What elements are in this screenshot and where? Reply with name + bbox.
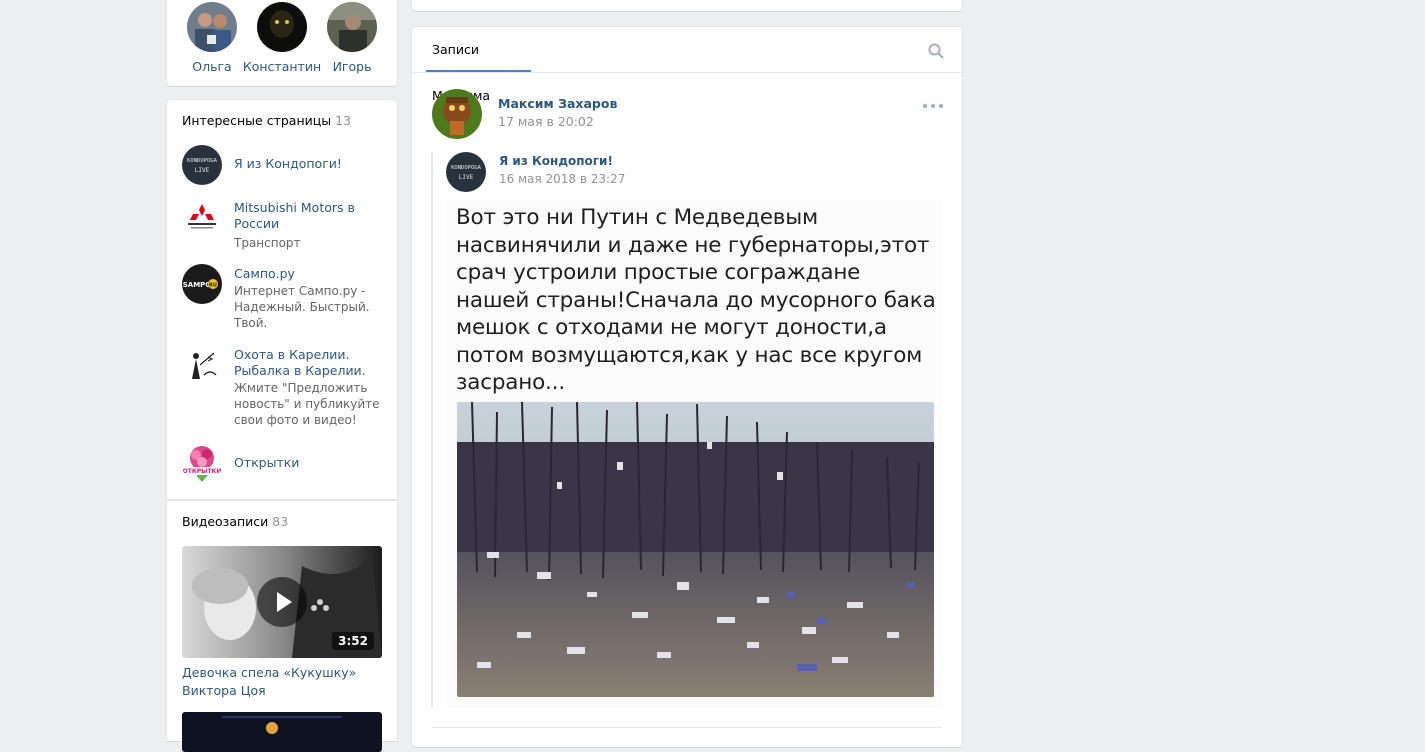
interesting-pages-card: Интересные страницы 13 KONDOPOGA LIVE Я и… xyxy=(167,100,397,500)
page-title[interactable]: Я из Кондопоги! xyxy=(234,156,384,172)
videos-title[interactable]: Видеозаписи xyxy=(182,514,268,529)
page-item[interactable]: Mitsubishi Motors в России Транспорт xyxy=(182,200,387,252)
page-item[interactable]: ОТКРЫТКИ Открытки xyxy=(182,444,387,484)
interesting-pages-title[interactable]: Интересные страницы xyxy=(182,113,331,128)
friend-item[interactable]: Ольга xyxy=(172,2,252,74)
page-avatar[interactable] xyxy=(182,200,222,240)
top-card xyxy=(412,0,962,11)
svg-text:LIVE: LIVE xyxy=(195,167,210,174)
page-item[interactable]: Охота в Карелии. Рыбалка в Карелии. Жмит… xyxy=(182,345,387,435)
search-icon[interactable] xyxy=(928,43,944,59)
repost-author-name[interactable]: Я из Кондопоги! xyxy=(499,154,613,168)
interesting-pages-header[interactable]: Интересные страницы 13 xyxy=(182,113,351,128)
page-description: Интернет Сампо.ру - Надежный. Быстрый. Т… xyxy=(234,284,370,330)
page-description: Транспорт xyxy=(234,236,301,250)
friends-card: Ольга Константин Игорь xyxy=(167,0,397,86)
page-avatar[interactable] xyxy=(182,345,222,385)
post-photo[interactable] xyxy=(457,402,934,697)
svg-text:LIVE: LIVE xyxy=(459,174,474,181)
friend-name[interactable]: Игорь xyxy=(312,59,392,74)
post-author-name[interactable]: Максим Захаров xyxy=(498,96,617,111)
wall-card: Записи Максима Максим Захаров 17 мая в 2… xyxy=(412,27,962,747)
video-thumbnail[interactable] xyxy=(182,712,382,752)
friends-list: Ольга Константин Игорь xyxy=(167,2,397,82)
repost-line xyxy=(431,152,433,707)
svg-text:KONDOPOGA: KONDOPOGA xyxy=(187,158,217,164)
page-avatar[interactable]: SAMPO RU xyxy=(182,264,222,304)
repost-date[interactable]: 16 мая 2018 в 23:27 xyxy=(499,172,625,186)
videos-header[interactable]: Видеозаписи 83 xyxy=(182,514,288,529)
tab-wall-posts[interactable]: Записи Максима xyxy=(426,27,531,103)
play-icon[interactable] xyxy=(257,577,307,627)
friend-avatar[interactable] xyxy=(327,2,377,52)
svg-text:ОТКРЫТКИ: ОТКРЫТКИ xyxy=(183,468,222,475)
post-image-text: Вот это ни Путин с Медведевым насвинячил… xyxy=(456,205,936,395)
post-author-avatar[interactable] xyxy=(432,89,482,139)
wall-tabs: Записи Максима xyxy=(412,27,962,103)
svg-text:KONDOPOGA: KONDOPOGA xyxy=(451,165,481,171)
page-title[interactable]: Mitsubishi Motors в России xyxy=(234,200,384,232)
page-title[interactable]: Сампо.ру xyxy=(234,266,384,282)
page-avatar[interactable]: KONDOPOGA LIVE xyxy=(182,145,222,185)
video-duration: 3:52 xyxy=(332,632,374,650)
svg-text:RU: RU xyxy=(209,283,217,289)
friend-avatar[interactable] xyxy=(187,2,237,52)
friend-item[interactable]: Игорь xyxy=(312,2,392,74)
friend-item[interactable]: Константин xyxy=(242,2,322,74)
page-avatar[interactable]: ОТКРЫТКИ xyxy=(182,444,222,484)
page-item[interactable]: KONDOPOGA LIVE Я из Кондопоги! xyxy=(182,145,387,185)
svg-text:SAMPO: SAMPO xyxy=(183,281,212,289)
post-date[interactable]: 17 мая в 20:02 xyxy=(498,114,594,129)
page-title[interactable]: Охота в Карелии. Рыбалка в Карелии. xyxy=(234,347,384,379)
friend-name[interactable]: Константин xyxy=(242,59,322,74)
post-divider xyxy=(432,727,942,728)
video-thumbnail[interactable]: 3:52 xyxy=(182,546,382,658)
page-title[interactable]: Открытки xyxy=(234,455,384,471)
friend-avatar[interactable] xyxy=(257,2,307,52)
post-image[interactable]: Вот это ни Путин с Медведевым насвинячил… xyxy=(446,200,943,708)
repost-author-avatar[interactable]: KONDOPOGA LIVE xyxy=(446,152,486,192)
page-description: Жмите "Предложить новость" и публикуйте … xyxy=(234,381,380,427)
interesting-pages-count: 13 xyxy=(335,113,352,128)
video-title[interactable]: Девочка спела «Кукушку» Виктора Цоя xyxy=(182,664,382,700)
videos-count: 83 xyxy=(272,514,289,529)
friend-name[interactable]: Ольга xyxy=(172,59,252,74)
more-icon[interactable] xyxy=(922,101,944,111)
page-item[interactable]: SAMPO RU Сампо.ру Интернет Сампо.ру - На… xyxy=(182,264,387,334)
videos-card: Видеозаписи 83 3:52 Девочка спела «Кукушк… xyxy=(167,500,397,752)
